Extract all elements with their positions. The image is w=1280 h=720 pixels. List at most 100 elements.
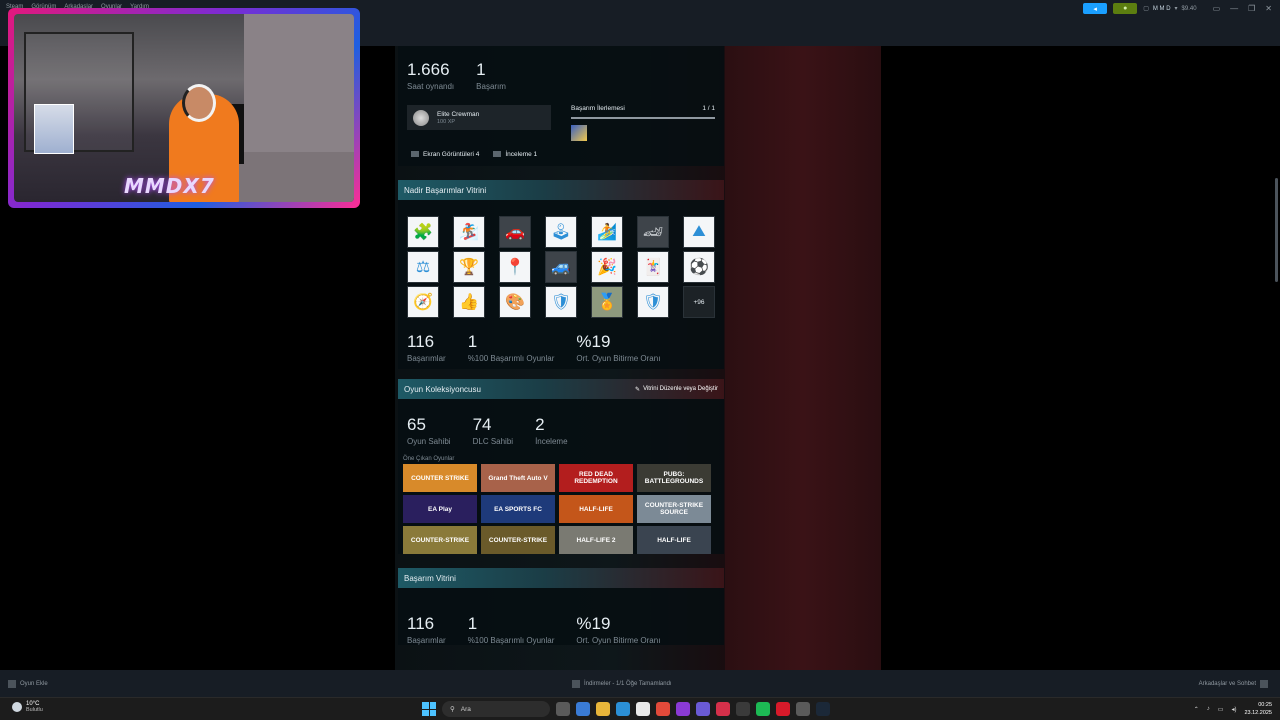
screenshots-label: Ekran Görüntüleri 4 (423, 151, 480, 158)
achievement-showcase-panel: 116 Başarımlar 1 %100 Başarımlı Oyunlar %19 O… (398, 588, 724, 645)
app-grid-icon[interactable] (696, 702, 710, 716)
weather-widget[interactable]: 10°C Bulutlu (12, 701, 43, 713)
opera-icon[interactable] (776, 702, 790, 716)
achievement-showcase-stat: 116 Başarımlar (407, 614, 446, 645)
store-icon[interactable] (636, 702, 650, 716)
settings-icon[interactable] (796, 702, 810, 716)
achievement-showcase-stat-value: 116 (407, 614, 435, 633)
collector-stat-label: DLC Sahibi (472, 437, 514, 446)
featured-game-capsule[interactable]: COUNTER-STRIKE (481, 526, 555, 554)
clock[interactable]: 00:25 23.12.2025 (1244, 701, 1272, 717)
rare-achievement-icon[interactable]: 🚙 (545, 251, 577, 283)
achievement-icon[interactable] (571, 125, 587, 141)
screenshot-icon (411, 151, 419, 158)
rare-achievement-icon[interactable]: 🎉 (591, 251, 623, 283)
profile-content: 1.666 Saat oynandı 1 Başarım Elite Crewm… (398, 46, 724, 645)
rare-achievement-icon[interactable]: ⚽ (683, 251, 715, 283)
scrollbar[interactable] (1275, 178, 1278, 282)
featured-game-capsule[interactable]: PUBG: BATTLEGROUNDS (637, 464, 711, 492)
rare-achievement-icon[interactable]: 🧭 (407, 286, 439, 318)
rare-achievement-icon[interactable]: ⚖ (407, 251, 439, 283)
rare-stat-value: 116 (407, 332, 435, 351)
microphone-icon[interactable]: ♪ (1207, 706, 1210, 712)
broadcast-button[interactable]: ◂ (1083, 3, 1108, 14)
rare-achievement-icon[interactable]: 🧩 (407, 216, 439, 248)
collector-stat-label: İnceleme (535, 437, 568, 446)
featured-game-capsule[interactable]: Grand Theft Auto V (481, 464, 555, 492)
wallet-balance: $9.40 (1181, 5, 1197, 12)
record-icon[interactable] (716, 702, 730, 716)
network-icon[interactable]: ▭ (1218, 706, 1224, 713)
featured-game-capsule[interactable]: COUNTER-STRIKE (403, 526, 477, 554)
featured-game-capsule[interactable]: HALF-LIFE 2 (559, 526, 633, 554)
hours-played-value: 1.666 (407, 60, 450, 79)
downloads-button[interactable]: İndirmeler - 1/1 Öğe Tamamlandı (572, 680, 672, 688)
rare-achievement-icon[interactable]: 👍 (453, 286, 485, 318)
featured-game-capsule[interactable]: HALF-LIFE (637, 526, 711, 554)
rare-achievement-icon[interactable]: 🏅 (591, 286, 623, 318)
rare-achievement-icon[interactable]: 🛡 (637, 286, 669, 318)
copilot-icon[interactable] (576, 702, 590, 716)
badge-card[interactable]: Elite Crewman 100 XP (407, 105, 551, 130)
rare-showcase-header: Nadir Başarımlar Vitrini (398, 180, 724, 200)
task-view-icon[interactable] (556, 702, 570, 716)
collector-stat-label: Oyun Sahibi (407, 437, 451, 446)
add-game-label: Oyun Ekle (20, 681, 48, 687)
collector-stat-value: 2 (535, 415, 545, 434)
badge-xp: 100 XP (437, 118, 456, 125)
rare-achievement-icon[interactable]: ⛰ (683, 216, 715, 248)
featured-game-capsule[interactable]: HALF-LIFE (559, 495, 633, 523)
big-picture-icon[interactable]: ▭ (1213, 4, 1221, 13)
featured-game-capsule[interactable]: EA SPORTS FC (481, 495, 555, 523)
steam-icon[interactable] (816, 702, 830, 716)
rare-stat-label: Başarımlar (407, 354, 446, 363)
search-placeholder: Ara (460, 705, 471, 713)
rare-achievement-icon[interactable]: 🏆 (453, 251, 485, 283)
rare-achievement-icon[interactable]: 🛡 (545, 286, 577, 318)
app-icon[interactable] (676, 702, 690, 716)
minimize-icon[interactable]: — (1230, 4, 1238, 13)
rare-stat: 1 %100 Başarımlı Oyunlar (468, 332, 555, 363)
volume-icon[interactable]: ◂) (1231, 706, 1236, 713)
screenshots-link[interactable]: Ekran Görüntüleri 4 (411, 151, 479, 158)
featured-game-capsule[interactable]: EA Play (403, 495, 477, 523)
friends-chat-button[interactable]: Arkadaşlar ve Sohbet (1199, 680, 1268, 688)
achievement-progress: Başarım İlerlemesi 1 / 1 (571, 105, 715, 141)
notifications-button[interactable]: ● (1113, 3, 1138, 14)
edge-icon[interactable] (616, 702, 630, 716)
rare-showcase-title: Nadir Başarımlar Vitrini (404, 185, 487, 195)
rare-achievement-icon[interactable]: 🏄 (591, 216, 623, 248)
rare-achievement-icon[interactable]: 🏂 (453, 216, 485, 248)
clock-time: 00:25 (1258, 702, 1272, 708)
rare-achievement-icon[interactable]: 🎨 (499, 286, 531, 318)
more-achievements-button[interactable]: +96 (683, 286, 715, 318)
file-explorer-icon[interactable] (596, 702, 610, 716)
featured-game-capsule[interactable]: COUNTER STRIKE (403, 464, 477, 492)
obs-icon[interactable] (736, 702, 750, 716)
maximize-icon[interactable]: ❐ (1248, 4, 1255, 13)
chrome-icon[interactable] (656, 702, 670, 716)
rare-achievement-icon[interactable]: 🏎 (637, 216, 669, 248)
taskbar-search[interactable]: ⚲ Ara (442, 701, 550, 717)
close-icon[interactable]: ✕ (1265, 4, 1272, 13)
spotify-icon[interactable] (756, 702, 770, 716)
rare-achievement-icon[interactable]: 📍 (499, 251, 531, 283)
start-button[interactable] (422, 702, 436, 716)
edit-showcase-button[interactable]: ✎ Vitrini Düzenle veya Değiştir (635, 386, 718, 393)
rare-achievement-icon[interactable]: 🕹 (545, 216, 577, 248)
reviews-label: İnceleme 1 (505, 151, 538, 158)
rare-stat-label: %100 Başarımlı Oyunlar (467, 354, 555, 363)
chevron-up-icon[interactable]: ⌃ (1194, 706, 1199, 713)
featured-game-capsule[interactable]: RED DEAD REDEMPTION (559, 464, 633, 492)
progress-bar (571, 117, 715, 119)
cloud-icon (12, 702, 22, 712)
collector-stat-value: 74 (472, 415, 492, 434)
account-menu[interactable]: ▢ M M D ▾ $9.40 (1143, 5, 1197, 13)
rare-achievement-icon[interactable]: 🚗 (499, 216, 531, 248)
webcam-overlay: MMDX7 (8, 8, 360, 208)
featured-game-capsule[interactable]: COUNTER-STRIKE SOURCE (637, 495, 711, 523)
rare-achievement-icon[interactable]: 🃏 (637, 251, 669, 283)
collector-stat: 65 Oyun Sahibi (407, 415, 451, 446)
reviews-link[interactable]: İnceleme 1 (493, 151, 537, 158)
add-game-button[interactable]: Oyun Ekle (8, 680, 48, 688)
